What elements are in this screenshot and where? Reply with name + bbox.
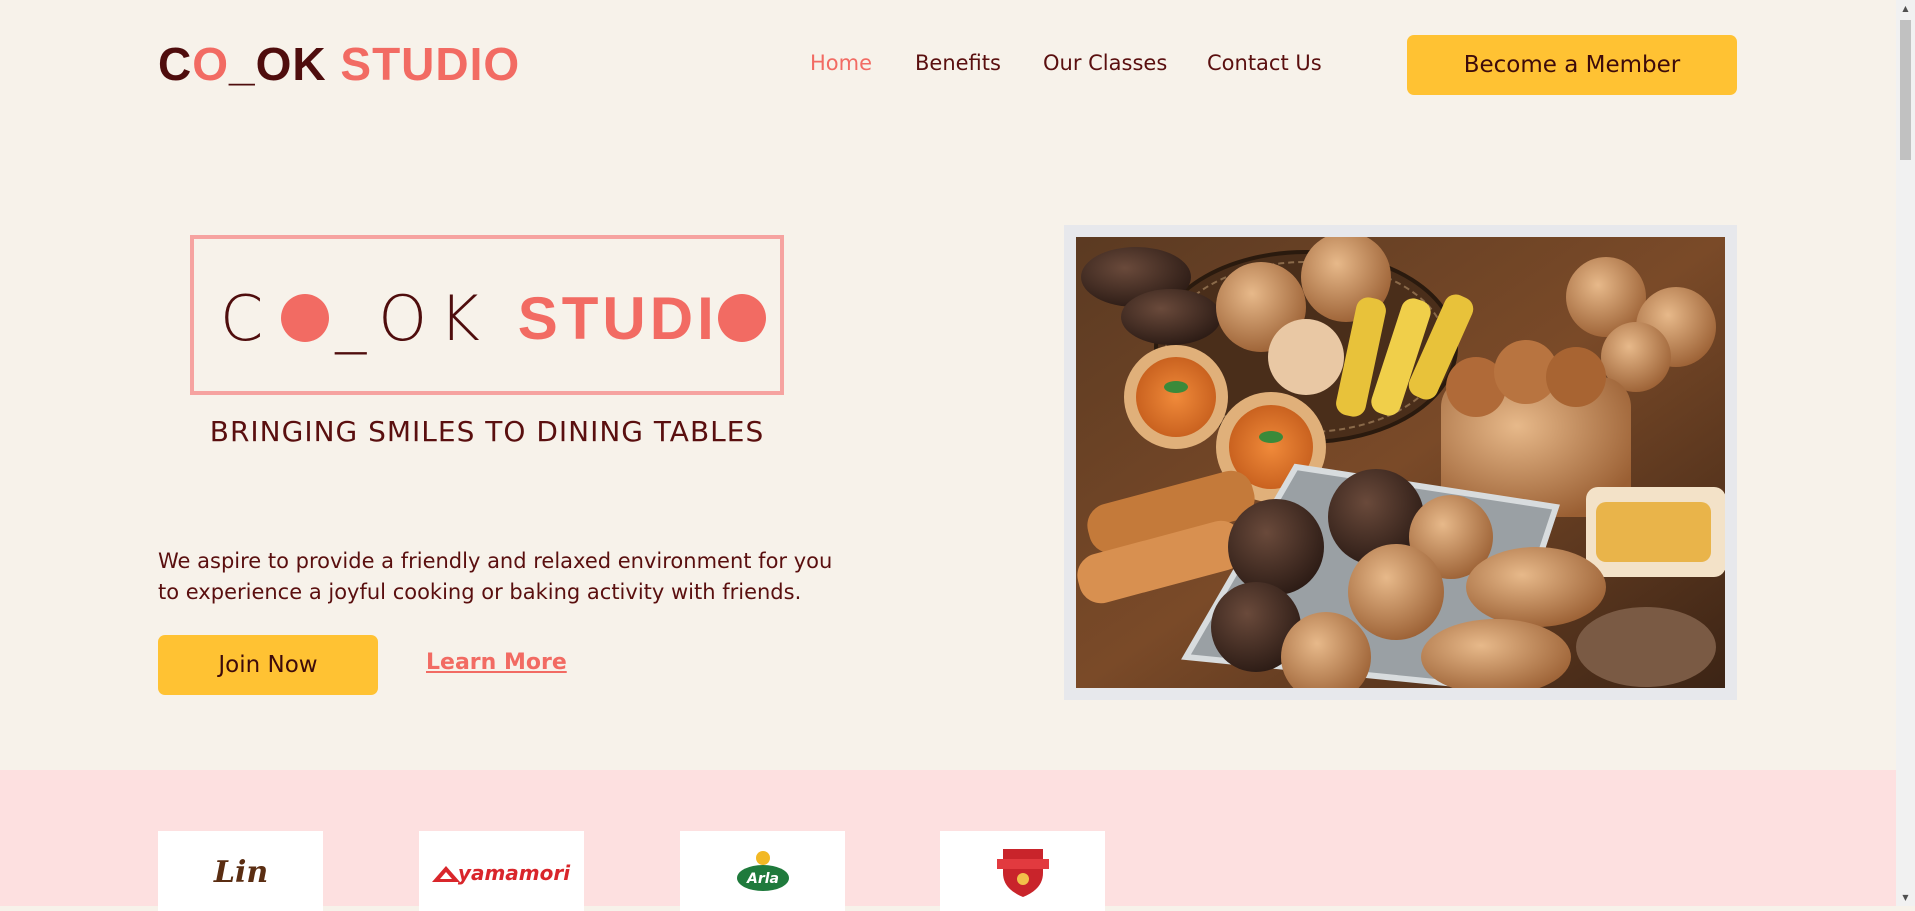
partners-section: Lin yamamori Arla (0, 770, 1896, 911)
hero-logo-ok: _OK (335, 281, 492, 355)
bakery-image (1076, 237, 1725, 688)
hero-logo: C _OK STUDI (220, 278, 772, 358)
svg-text:Arla: Arla (746, 871, 779, 887)
page: CO_OK STUDIO Home Benefits Our Classes C… (0, 0, 1896, 911)
svg-text:yamamori: yamamori (457, 861, 570, 885)
scroll-up-arrow-icon[interactable]: ▲ (1896, 0, 1915, 17)
learn-more-link[interactable]: Learn More (426, 650, 567, 675)
crest-logo-icon (996, 849, 1049, 897)
yamamori-logo-icon: yamamori (431, 861, 571, 885)
partner-card-yamamori[interactable]: yamamori (419, 831, 584, 911)
hero-tagline: BRINGING SMILES TO DINING TABLES (209, 415, 765, 448)
partner-card-crest[interactable] (940, 831, 1105, 911)
arla-logo-icon: Arla (736, 851, 789, 891)
logo-o: O (192, 38, 230, 90)
join-now-button[interactable]: Join Now (158, 635, 378, 695)
hero-logo-c: C (220, 281, 276, 355)
hero-logo-dot-end-icon (717, 294, 766, 342)
svg-text:Lin: Lin (212, 855, 267, 890)
nav-benefits[interactable]: Benefits (915, 48, 1001, 78)
nav-contact-us[interactable]: Contact Us (1207, 48, 1322, 78)
hero-description: We aspire to provide a friendly and rela… (158, 549, 833, 604)
hero-image-frame (1064, 225, 1737, 700)
scroll-down-arrow-icon[interactable]: ▼ (1896, 889, 1915, 906)
hero-logo-dot-icon (281, 294, 330, 342)
logo-c: C (158, 38, 193, 90)
nav-our-classes[interactable]: Our Classes (1043, 48, 1167, 78)
site-logo[interactable]: CO_OK STUDIO (158, 38, 520, 90)
become-member-button[interactable]: Become a Member (1407, 35, 1737, 95)
logo-ok: _OK (229, 38, 327, 90)
partner-card-lin[interactable]: Lin (158, 831, 323, 911)
logo-studio: STUDIO (340, 38, 521, 90)
lin-logo-icon: Lin (212, 855, 267, 890)
hero-logo-studio: STUDI (517, 284, 718, 352)
nav-home[interactable]: Home (810, 48, 872, 78)
partner-card-arla[interactable]: Arla (680, 831, 845, 911)
scrollbar-thumb[interactable] (1900, 20, 1911, 160)
vertical-scrollbar[interactable]: ▲ ▼ (1896, 0, 1915, 906)
